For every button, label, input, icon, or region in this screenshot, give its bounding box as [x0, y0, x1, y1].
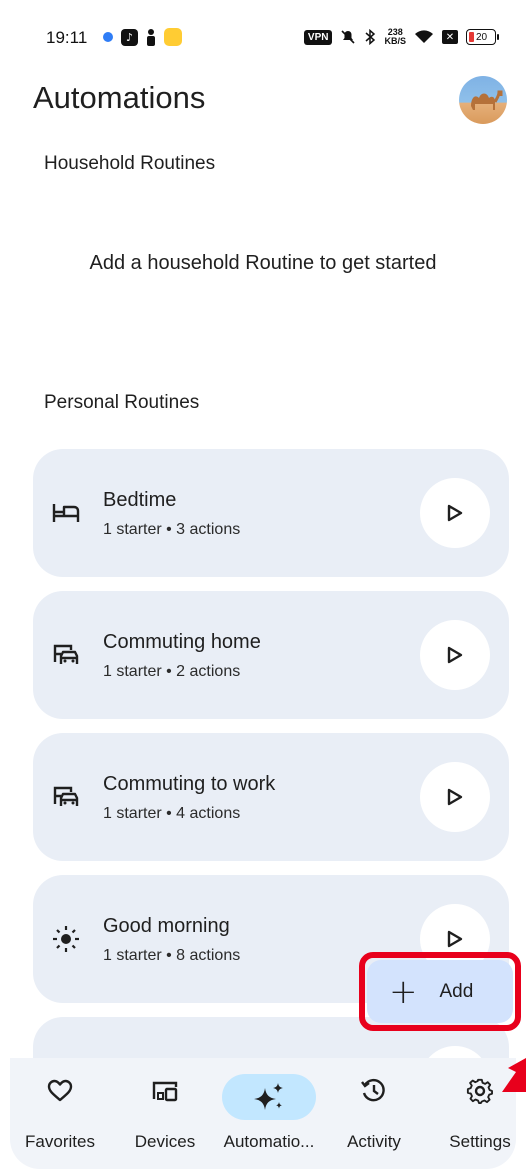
vpn-icon: VPN [303, 29, 333, 45]
play-icon [447, 930, 463, 948]
plus-icon: + [389, 971, 418, 1012]
routine-name: Commuting home [103, 631, 261, 653]
account-avatar[interactable] [459, 76, 507, 124]
routine-name: Good morning [103, 915, 230, 937]
nav-activity[interactable]: Activity [322, 1058, 426, 1169]
annotation-arrow [502, 1058, 526, 1092]
notification-icons: ♪ [103, 28, 182, 46]
nav-label: Settings [449, 1132, 511, 1151]
nav-favorites[interactable]: Favorites [10, 1058, 110, 1169]
routine-card-commuting-to-work[interactable]: Commuting to work 1 starter • 4 actions [33, 733, 509, 861]
nav-label: Automatio... [223, 1132, 315, 1151]
sparkle-icon [222, 1074, 316, 1120]
routine-summary: 1 starter • 2 actions [103, 663, 241, 680]
nav-label: Activity [347, 1132, 401, 1151]
person-icon [146, 28, 156, 46]
wifi-icon [415, 30, 433, 43]
play-button[interactable] [420, 620, 490, 690]
history-icon [342, 1074, 406, 1108]
notes-app-icon [164, 28, 182, 46]
play-icon [447, 504, 463, 522]
nav-automations[interactable]: Automatio... [216, 1058, 322, 1169]
system-icons: VPN 238 KB/S ✕ 20 [303, 27, 499, 46]
play-button[interactable] [420, 762, 490, 832]
status-time: 19:11 [46, 28, 88, 47]
nav-label: Devices [134, 1132, 196, 1151]
commute-icon [51, 640, 81, 670]
tiktok-icon: ♪ [121, 28, 138, 46]
sun-icon [51, 924, 81, 954]
battery-icon: 20 [466, 29, 499, 45]
routine-summary: 1 starter • 4 actions [103, 805, 241, 822]
status-bar: 19:11 ♪ VPN 238 KB/S ✕ 20 [0, 22, 526, 58]
commute-icon [51, 782, 81, 812]
routine-summary: 1 starter • 3 actions [103, 521, 241, 538]
network-speed: 238 KB/S [384, 27, 406, 46]
bluetooth-icon [365, 29, 376, 45]
household-empty-message: Add a household Routine to get started [89, 252, 437, 274]
phone-screen: 19:11 ♪ VPN 238 KB/S ✕ 20 Automations Hou… [0, 0, 526, 1169]
page-title: Automations [33, 80, 206, 115]
add-routine-button[interactable]: + Add [367, 960, 513, 1023]
play-button[interactable] [420, 478, 490, 548]
routine-card-bedtime[interactable]: Bedtime 1 starter • 3 actions [33, 449, 509, 577]
camel-icon [471, 90, 503, 110]
nav-devices[interactable]: Devices [110, 1058, 220, 1169]
routine-card-commuting-home[interactable]: Commuting home 1 starter • 2 actions [33, 591, 509, 719]
routine-summary: 1 starter • 8 actions [103, 947, 241, 964]
mute-icon [341, 30, 356, 44]
routine-name: Commuting to work [103, 773, 276, 795]
routine-name: Bedtime [103, 489, 177, 511]
app-notification-icon [103, 32, 113, 42]
devices-icon [133, 1074, 197, 1108]
bed-icon [51, 498, 81, 528]
add-label: Add [439, 980, 474, 1002]
nav-label: Favorites [25, 1132, 95, 1151]
personal-routines-heading: Personal Routines [44, 392, 200, 413]
heart-icon [28, 1074, 92, 1108]
sim-icon: ✕ [442, 30, 458, 44]
household-routines-heading: Household Routines [44, 153, 216, 174]
play-icon [447, 788, 463, 806]
play-icon [447, 646, 463, 664]
bottom-navigation: Favorites Devices Automatio... Activity … [10, 1058, 516, 1169]
